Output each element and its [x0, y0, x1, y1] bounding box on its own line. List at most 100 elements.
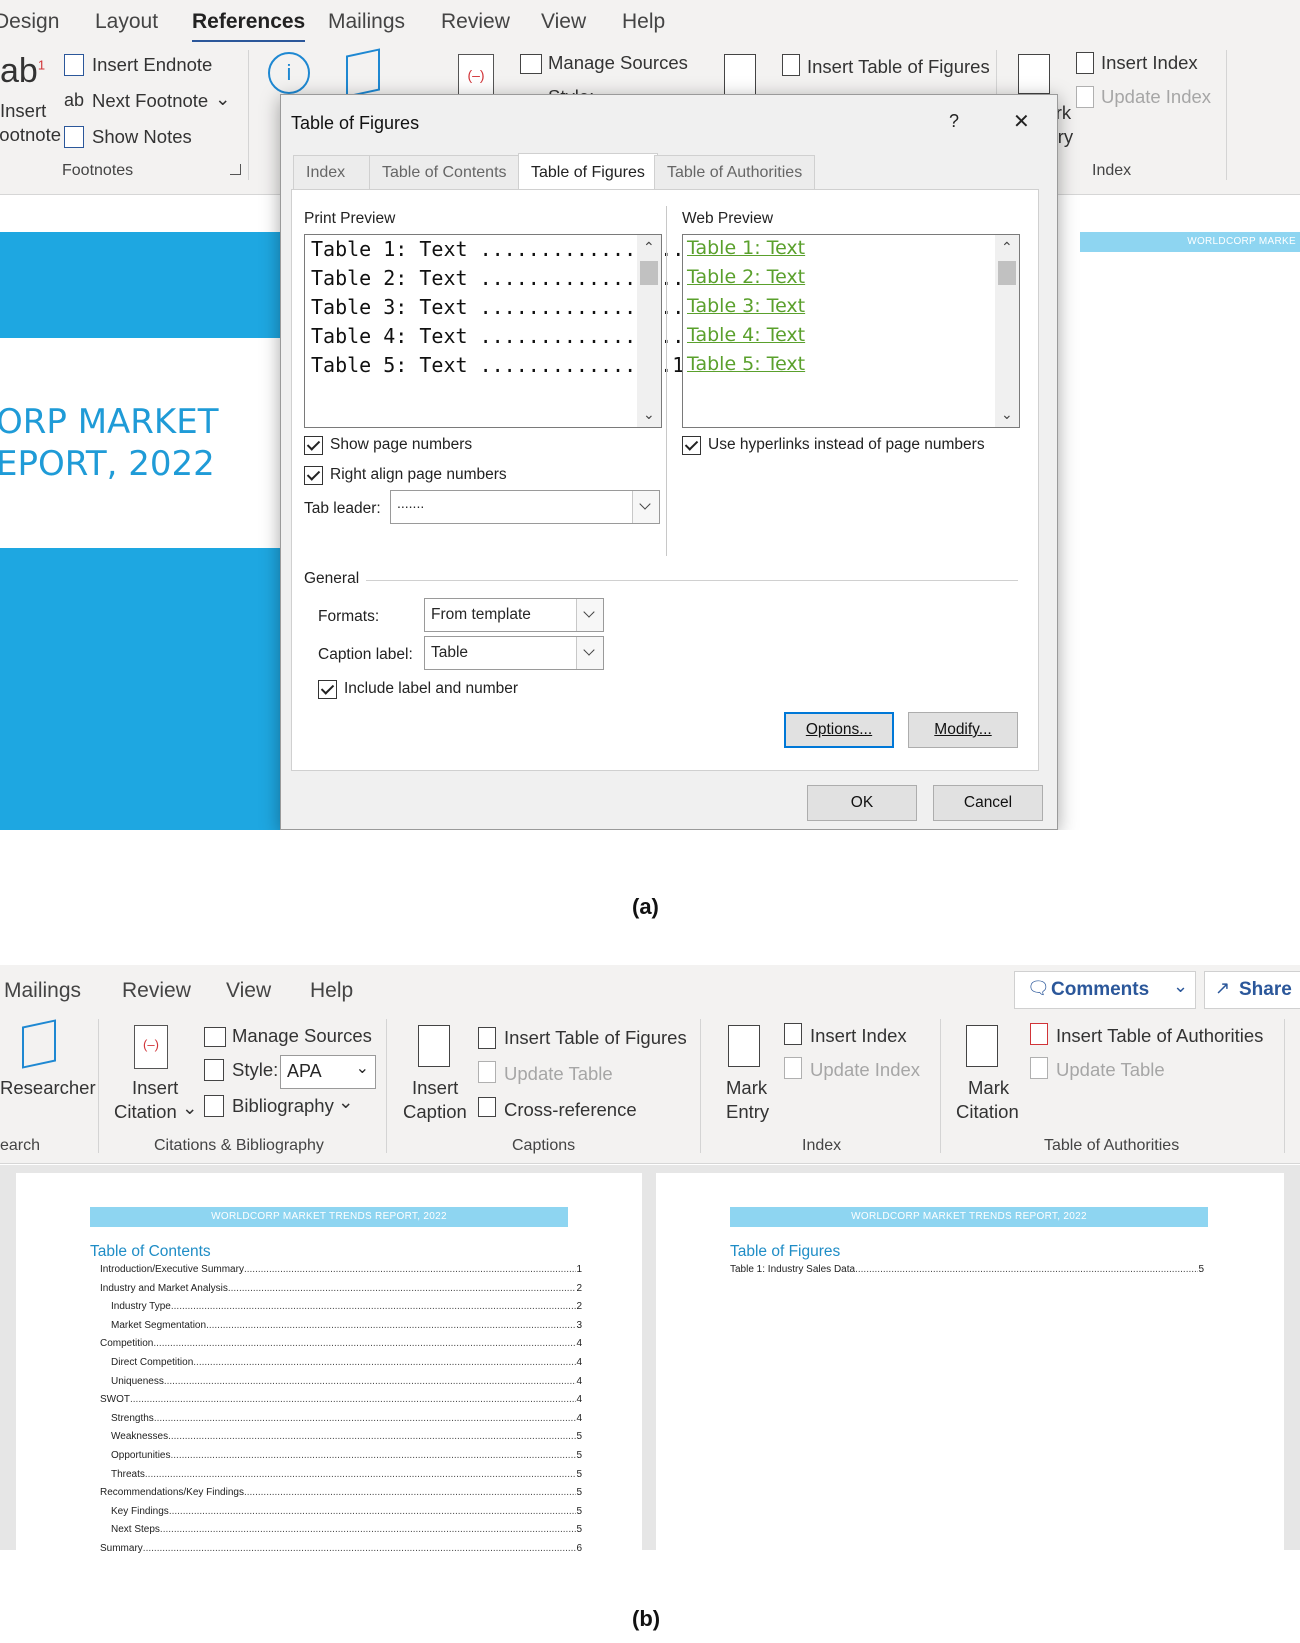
toc-entry[interactable]: Introduction/Executive Summary..........…: [100, 1263, 582, 1277]
bibliography-button[interactable]: Bibliography: [232, 1095, 334, 1117]
update-index-button[interactable]: Update Index: [810, 1059, 920, 1081]
chevron-down-icon[interactable]: [632, 491, 659, 523]
scroll-thumb[interactable]: [998, 261, 1016, 285]
help-button[interactable]: ?: [949, 111, 959, 132]
scroll-down-icon[interactable]: ⌄: [1001, 406, 1013, 423]
tab-view[interactable]: View: [541, 10, 586, 34]
mark-entry-label-2[interactable]: Entry: [726, 1101, 769, 1123]
mark-citation-label-2[interactable]: Citation: [956, 1101, 1019, 1123]
toc-entry[interactable]: Direct Competition......................…: [111, 1356, 582, 1370]
insert-table-of-authorities-button[interactable]: Insert Table of Authorities: [1056, 1025, 1263, 1047]
tab-review[interactable]: Review: [122, 979, 191, 1003]
toc-entry[interactable]: Competition.............................…: [100, 1337, 582, 1351]
chevron-down-icon[interactable]: ⌄: [215, 88, 231, 110]
show-notes-button[interactable]: Show Notes: [92, 126, 192, 148]
tab-leader-select[interactable]: .......: [390, 490, 660, 524]
toc-entry[interactable]: Next Steps..............................…: [111, 1523, 582, 1537]
toc-entry[interactable]: Table 1: Industry Sales Data............…: [730, 1263, 1204, 1277]
toc-entry[interactable]: Recommendations/Key Findings............…: [100, 1486, 582, 1500]
manage-sources-button[interactable]: Manage Sources: [548, 52, 688, 74]
tab-table-of-authorities[interactable]: Table of Authorities: [654, 155, 816, 190]
researcher-button[interactable]: Researcher: [0, 1077, 96, 1099]
scroll-thumb[interactable]: [640, 261, 658, 285]
toc-entry[interactable]: Uniqueness..............................…: [111, 1375, 582, 1389]
scroll-up-icon[interactable]: ⌃: [1001, 239, 1013, 256]
chevron-down-icon[interactable]: [576, 599, 603, 631]
tab-references[interactable]: References: [192, 10, 306, 43]
mark-citation-icon[interactable]: [966, 1025, 998, 1067]
cross-reference-button[interactable]: Cross-reference: [504, 1099, 637, 1121]
toc-entry[interactable]: Market Segmentation.....................…: [111, 1319, 582, 1333]
tab-design[interactable]: Design: [0, 10, 59, 34]
insert-caption-label-2[interactable]: Caption: [403, 1101, 467, 1123]
tab-table-of-contents[interactable]: Table of Contents: [369, 155, 520, 190]
toc-entry[interactable]: Opportunities...........................…: [111, 1449, 582, 1463]
toc-entry[interactable]: Threats.................................…: [111, 1468, 582, 1482]
scroll-down-icon[interactable]: ⌄: [643, 406, 655, 423]
mark-entry-icon[interactable]: [728, 1025, 760, 1067]
close-icon[interactable]: ✕: [1013, 109, 1030, 134]
insert-footnote-button[interactable]: ab1 Insert Footnote: [0, 52, 61, 152]
toc-entry[interactable]: Industry Type...........................…: [111, 1300, 582, 1314]
share-button[interactable]: ↗ Share: [1204, 971, 1300, 1009]
chevron-down-icon[interactable]: ⌄: [1173, 976, 1188, 997]
insert-caption-icon[interactable]: [418, 1025, 450, 1067]
show-page-numbers-checkbox[interactable]: [304, 436, 323, 455]
insert-index-button[interactable]: Insert Index: [810, 1025, 907, 1047]
chevron-down-icon[interactable]: ⌄: [338, 1091, 354, 1113]
tab-table-of-figures[interactable]: Table of Figures: [518, 153, 658, 190]
ok-button[interactable]: OK: [807, 785, 917, 821]
next-footnote-button[interactable]: Next Footnote: [92, 90, 208, 112]
mark-entry-icon[interactable]: [1018, 54, 1050, 94]
use-hyperlinks-checkbox[interactable]: [682, 436, 701, 455]
chevron-down-icon[interactable]: [576, 637, 603, 669]
insert-table-of-figures-button[interactable]: Insert Table of Figures: [807, 56, 990, 78]
insert-table-of-figures-button[interactable]: Insert Table of Figures: [504, 1027, 687, 1049]
web-preview-scrollbar[interactable]: ⌃ ⌄: [995, 235, 1019, 427]
tab-layout[interactable]: Layout: [95, 10, 158, 34]
style-select[interactable]: APA ⌄: [280, 1055, 376, 1089]
update-table-authorities-button[interactable]: Update Table: [1056, 1059, 1165, 1081]
toc-entry[interactable]: Strengths...............................…: [111, 1412, 582, 1426]
tab-help[interactable]: Help: [310, 979, 353, 1003]
scroll-up-icon[interactable]: ⌃: [643, 239, 655, 256]
cancel-button[interactable]: Cancel: [933, 785, 1043, 821]
update-table-button[interactable]: Update Table: [504, 1063, 613, 1085]
insert-citation-icon[interactable]: (–): [134, 1025, 168, 1069]
formats-select[interactable]: From template: [424, 598, 604, 632]
toc-entry[interactable]: Weaknesses..............................…: [111, 1430, 582, 1444]
insert-endnote-button[interactable]: Insert Endnote: [92, 54, 212, 76]
toc-entry[interactable]: Summary.................................…: [100, 1542, 582, 1556]
chevron-down-icon[interactable]: ⌄: [182, 1097, 198, 1119]
tab-review[interactable]: Review: [441, 10, 510, 34]
mark-citation-label[interactable]: Mark: [968, 1077, 1009, 1099]
researcher-icon[interactable]: [346, 48, 380, 98]
tab-view[interactable]: View: [226, 979, 271, 1003]
toc-entry[interactable]: Industry and Market Analysis............…: [100, 1282, 582, 1296]
right-align-page-numbers-checkbox[interactable]: [304, 466, 323, 485]
caption-label-select[interactable]: Table: [424, 636, 604, 670]
options-button[interactable]: Options...: [784, 712, 894, 748]
tab-index[interactable]: Index: [293, 155, 381, 190]
comments-button[interactable]: 🗨 Comments ⌄: [1014, 971, 1196, 1009]
insert-index-button[interactable]: Insert Index: [1101, 52, 1198, 74]
tab-help[interactable]: Help: [622, 10, 665, 34]
insert-caption-icon[interactable]: [724, 54, 756, 96]
dialog-launcher-icon[interactable]: [230, 164, 241, 175]
include-label-and-number-checkbox[interactable]: [318, 680, 337, 699]
mark-entry-label[interactable]: Mark: [726, 1077, 767, 1099]
modify-button[interactable]: Modify...: [908, 712, 1018, 748]
researcher-icon[interactable]: [22, 1019, 56, 1069]
insert-caption-label[interactable]: Insert: [412, 1077, 458, 1099]
print-preview-scrollbar[interactable]: ⌃ ⌄: [637, 235, 661, 427]
manage-sources-button[interactable]: Manage Sources: [232, 1025, 372, 1047]
insert-citation-label[interactable]: Insert: [132, 1077, 178, 1099]
chevron-down-icon[interactable]: ⌄: [356, 1058, 369, 1078]
toc-entry[interactable]: SWOT....................................…: [100, 1393, 582, 1407]
insert-citation-label-2[interactable]: Citation: [114, 1101, 177, 1123]
smart-lookup-icon[interactable]: i: [268, 52, 310, 94]
update-index-button[interactable]: Update Index: [1101, 86, 1211, 108]
tab-mailings[interactable]: Mailings: [328, 10, 405, 34]
toc-entry[interactable]: Key Findings............................…: [111, 1505, 582, 1519]
tab-mailings[interactable]: Mailings: [4, 979, 81, 1003]
